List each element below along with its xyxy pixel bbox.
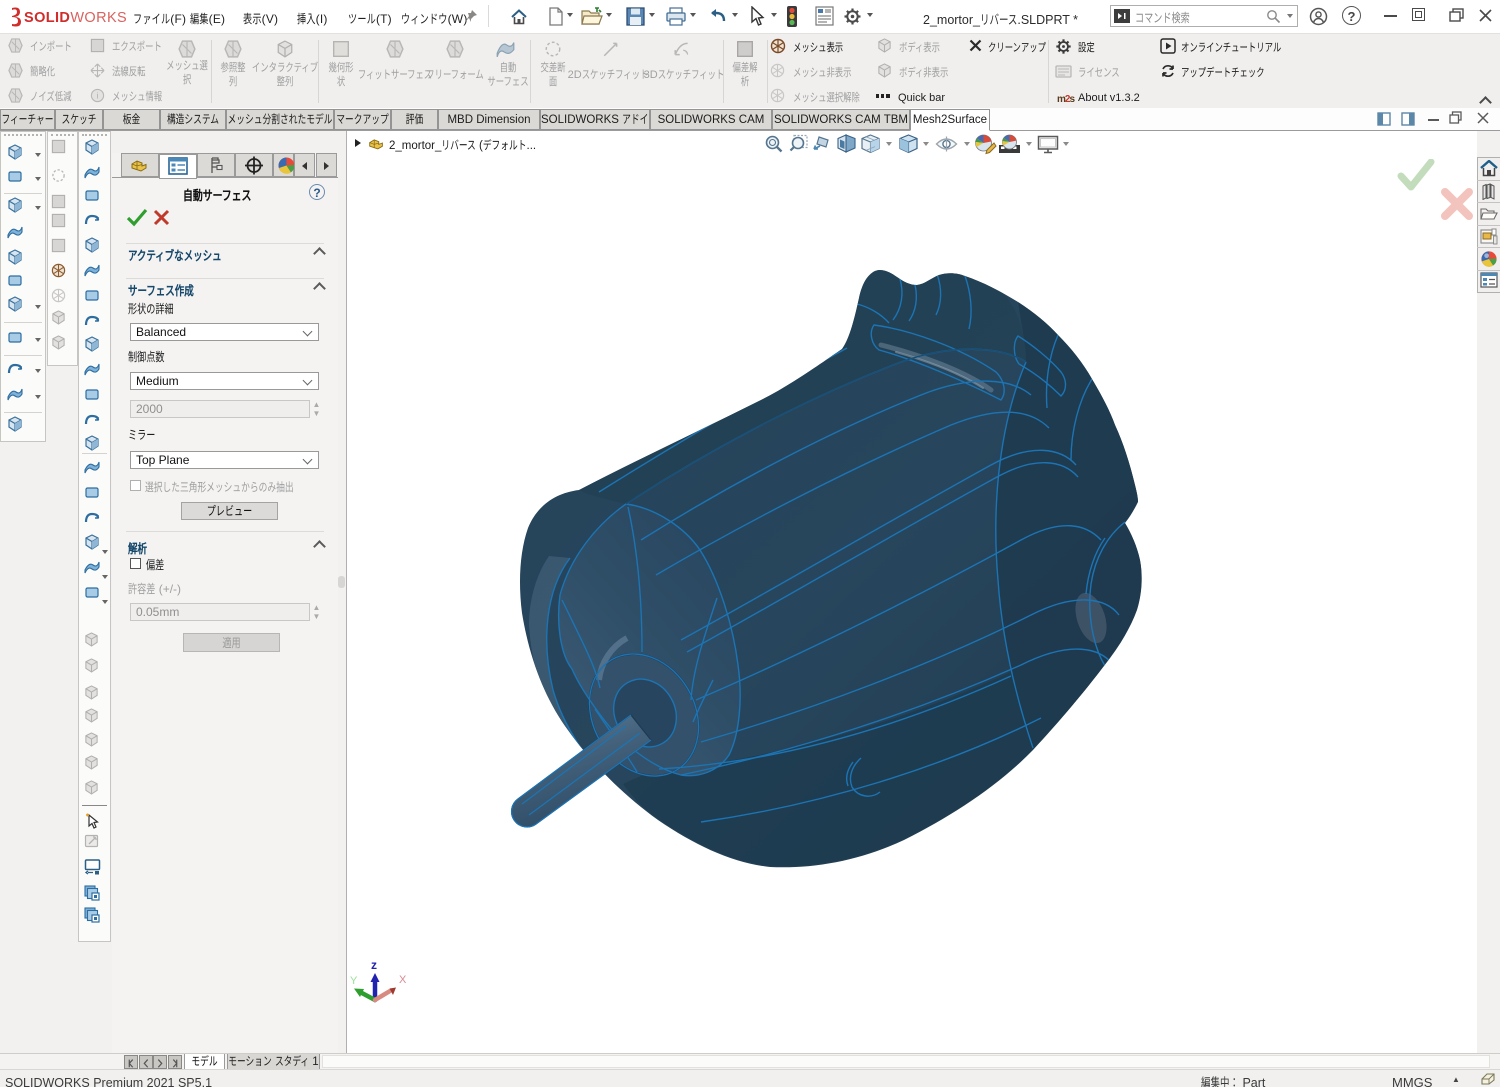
svg-text:SOLIDWORKS: SOLIDWORKS: [24, 6, 127, 27]
svg-text:X: X: [399, 971, 407, 987]
svg-text:Y: Y: [350, 972, 358, 988]
svg-text:z: z: [371, 956, 377, 973]
svg-text:i: i: [97, 89, 99, 101]
